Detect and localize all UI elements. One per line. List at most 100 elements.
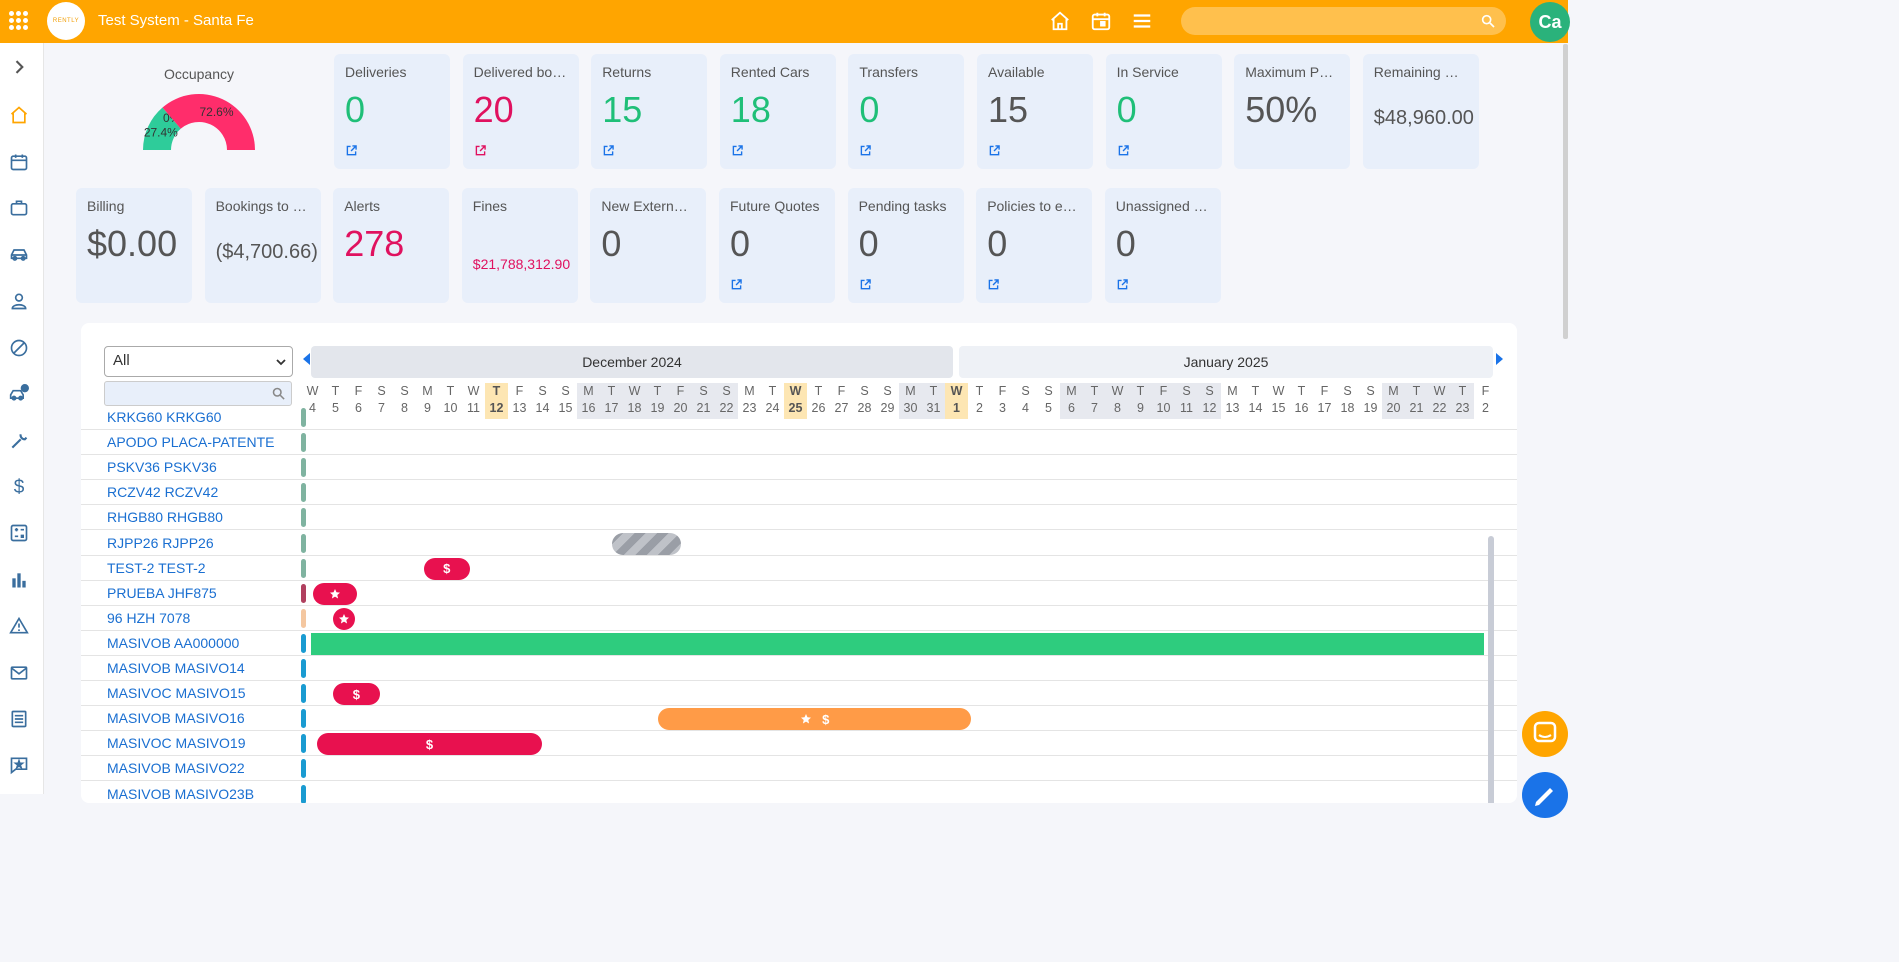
apps-icon[interactable] [9, 11, 28, 30]
search-icon[interactable] [1480, 13, 1496, 29]
day-letter: W [789, 384, 802, 398]
kpi-card[interactable]: Future Quotes 0 [719, 188, 835, 303]
kpi-card[interactable]: Rented Cars 18 [719, 54, 836, 169]
kpi-card[interactable]: Policies to exp... 0 [976, 188, 1093, 303]
calculator-icon[interactable] [9, 523, 29, 543]
next-period-arrow[interactable] [1494, 352, 1506, 366]
wrench-icon[interactable] [9, 431, 29, 451]
external-link-icon[interactable] [1118, 145, 1129, 156]
kpi-card[interactable]: In Service 0 [1105, 54, 1222, 169]
star-message-icon[interactable] [9, 755, 29, 775]
chat-button[interactable] [1522, 711, 1568, 757]
vehicle-plate-link[interactable]: KRKG60 KRKG60 [107, 409, 221, 425]
vehicle-plate-link[interactable]: MASIVOB MASIVO16 [107, 710, 245, 726]
external-link-icon[interactable] [860, 145, 872, 156]
kpi-card[interactable]: Transfers 0 [848, 54, 965, 169]
kpi-card[interactable]: Pending tasks 0 [847, 188, 964, 303]
external-link-icon[interactable] [860, 279, 871, 290]
vehicle-plate-link[interactable]: TEST-2 TEST-2 [107, 560, 206, 576]
edit-button[interactable] [1522, 772, 1568, 818]
user-icon[interactable] [9, 291, 29, 311]
kpi-value: 0 [1116, 89, 1137, 130]
day-letter: T [975, 384, 984, 398]
kpi-value: $21,788,312.90 [472, 256, 571, 272]
car-icon[interactable] [9, 245, 29, 265]
kpi-card[interactable]: Returns 15 [591, 54, 708, 169]
kpi-card[interactable]: Delivered boo... 20 [462, 54, 579, 169]
day-letter: S [400, 384, 409, 398]
kpi-card[interactable]: New External ... 0 [590, 188, 707, 303]
vehicle-row: MASIVOC MASIVO19 $ [81, 731, 1517, 757]
kpi-card[interactable]: Deliveries 0 [334, 54, 450, 169]
vehicle-plate-link[interactable]: MASIVOC MASIVO15 [107, 685, 245, 701]
calendar-icon[interactable] [1090, 10, 1112, 32]
car-alert-icon[interactable] [9, 384, 30, 404]
external-link-icon[interactable] [603, 145, 614, 156]
booking-bar[interactable]: $ [423, 557, 470, 580]
vehicle-plate-link[interactable]: RJPP26 RJPP26 [107, 535, 214, 551]
vehicle-plate-link[interactable]: MASIVOB AA000000 [107, 635, 239, 651]
external-link-icon[interactable] [731, 279, 742, 290]
kpi-card[interactable]: Remaining Po... $48,960.00 [1362, 54, 1479, 169]
external-link-icon[interactable] [475, 145, 486, 156]
vehicle-plate-link[interactable]: RCZV42 RCZV42 [107, 484, 218, 500]
external-link-icon[interactable] [346, 145, 357, 156]
external-link-icon[interactable] [989, 145, 1000, 156]
bar-chart-icon[interactable] [9, 570, 29, 590]
avatar[interactable]: Ca [1530, 2, 1570, 42]
vehicle-plate-link[interactable]: PRUEBA JHF875 [107, 585, 217, 601]
day-letter: M [422, 384, 433, 398]
day-letter: T [1297, 384, 1306, 398]
home-icon[interactable] [9, 105, 29, 125]
global-search-input[interactable] [1181, 7, 1506, 35]
kpi-card[interactable]: Fines $21,788,312.90 [461, 188, 578, 303]
booking-bar[interactable] [612, 532, 682, 555]
dollar-icon[interactable]: $ [9, 477, 29, 498]
booking-bar[interactable]: $ [658, 708, 972, 731]
calendar-icon[interactable] [9, 152, 29, 172]
booking-bar[interactable] [313, 582, 357, 605]
kpi-card[interactable]: Maximum Pos... 50% [1234, 54, 1351, 169]
briefcase-icon[interactable] [9, 198, 29, 218]
plate-search-input[interactable] [104, 381, 292, 406]
kpi-label: Billing [87, 198, 125, 214]
kpi-value: 0 [601, 223, 622, 264]
external-link-icon[interactable] [988, 279, 999, 290]
external-link-icon[interactable] [732, 145, 743, 156]
day-letter: S [699, 384, 708, 398]
category-filter-select[interactable]: All [104, 346, 293, 377]
page-scrollbar[interactable] [1563, 44, 1568, 339]
list-icon[interactable] [9, 709, 29, 729]
vehicle-plate-link[interactable]: MASIVOB MASIVO14 [107, 660, 245, 676]
logo[interactable]: RENTLY [47, 2, 85, 40]
block-icon[interactable] [9, 338, 29, 358]
day-letter: W [950, 384, 963, 398]
vehicle-plate-link[interactable]: RHGB80 RHGB80 [107, 509, 223, 525]
gantt-scrollbar[interactable] [1488, 536, 1494, 803]
menu-icon[interactable] [1131, 10, 1153, 32]
kpi-card[interactable]: Available 15 [977, 54, 1093, 169]
vehicle-plate-link[interactable]: MASIVOB MASIVO22 [107, 760, 245, 776]
vehicle-plate-link[interactable]: 96 HZH 7078 [107, 610, 190, 626]
kpi-card[interactable]: Billing $0.00 [76, 188, 192, 303]
booking-bar[interactable]: $ [316, 733, 543, 756]
vehicle-plate-link[interactable]: APODO PLACA-PATENTE [107, 434, 275, 450]
chevron-right-icon[interactable] [9, 57, 29, 77]
occupancy-segment[interactable] [162, 93, 255, 150]
vehicle-plate-link[interactable]: MASIVOC MASIVO19 [107, 735, 245, 751]
occupancy-segment-label: 27.4% [144, 125, 178, 139]
kpi-card[interactable]: Bookings to b... ($4,700.66) [204, 188, 321, 303]
vehicle-row: APODO PLACA-PATENTE [81, 430, 1517, 456]
home-icon[interactable] [1049, 10, 1071, 32]
booking-bar[interactable] [311, 632, 1484, 655]
warning-icon[interactable] [9, 616, 29, 636]
kpi-value: 18 [730, 89, 771, 130]
mail-icon[interactable] [9, 663, 29, 683]
booking-bar[interactable] [332, 607, 355, 630]
booking-bar[interactable]: $ [332, 683, 380, 706]
vehicle-plate-link[interactable]: PSKV36 PSKV36 [107, 459, 217, 475]
external-link-icon[interactable] [1117, 279, 1128, 290]
vehicle-plate-link[interactable]: MASIVOB MASIVO23B [107, 786, 254, 802]
kpi-card[interactable]: Unassigned b... 0 [1104, 188, 1221, 303]
kpi-card[interactable]: Alerts 278 [333, 188, 450, 303]
